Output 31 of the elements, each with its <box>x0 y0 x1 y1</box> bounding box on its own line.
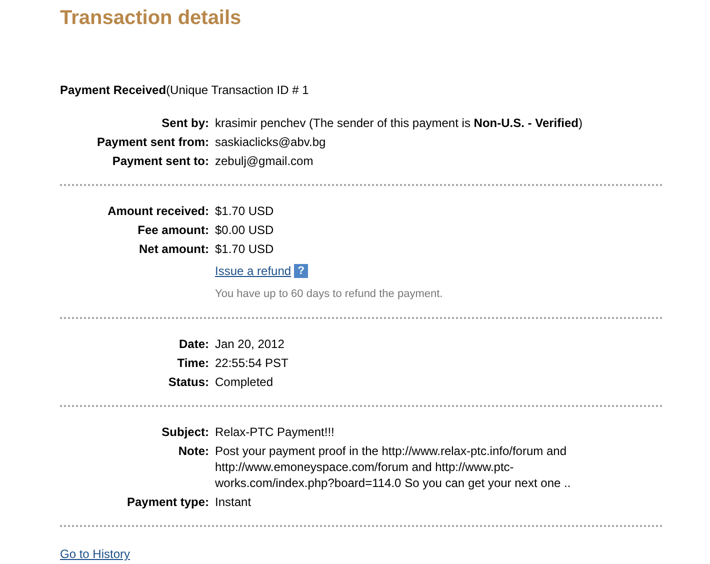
field-label: Fee amount: <box>136 222 209 238</box>
transaction-id: (Unique Transaction ID # 1 <box>166 83 309 97</box>
field-label: Net amount: <box>138 241 209 257</box>
field-label: Payment sent to: <box>111 153 209 169</box>
field-value: Post your payment proof in the http://www.relax-ptc.info/forum and http://www.emoneyspace.com/forum and http://www.ptc- works.com/index.php?board=114.0 So you can get your next one .. <box>215 443 571 491</box>
refund-link[interactable]: Issue a refund <box>215 263 292 279</box>
page-title: Transaction details <box>60 6 242 30</box>
field-label: Note: <box>177 443 209 460</box>
field-label: Subject: <box>160 424 209 440</box>
field-value: krasimir penchev (The sender of this payment is Non-U.S. - Verified) <box>215 115 582 131</box>
history-link[interactable]: Go to History <box>60 547 130 561</box>
field-label: Status: <box>167 374 209 390</box>
field-value: Instant <box>215 494 252 510</box>
field-label: Sent by: <box>160 115 209 131</box>
field-label: Amount received: <box>106 203 209 219</box>
field-label: Payment type: <box>126 494 209 510</box>
field-label: Date: <box>178 336 209 352</box>
refund-hint: You have up to 60 days to refund the payment. <box>215 287 443 302</box>
field-label: Time: <box>176 355 209 371</box>
field-value: $0.00 USD <box>215 222 274 238</box>
payment-status: Payment Received <box>60 83 166 97</box>
field-value: saskiaclicks@abv.bg <box>215 134 326 150</box>
field-value: Completed <box>215 374 274 390</box>
field-value: 22:55:54 PST <box>215 355 288 371</box>
help-icon[interactable]: ? <box>294 264 308 278</box>
field-value: Relax-PTC Payment!!! <box>215 424 334 440</box>
field-value: $1.70 USD <box>215 203 274 219</box>
field-value: Jan 20, 2012 <box>215 336 284 352</box>
field-label: Payment sent from: <box>96 134 209 150</box>
field-value: zebulj@gmail.com <box>215 153 314 169</box>
field-value: $1.70 USD <box>215 241 274 257</box>
